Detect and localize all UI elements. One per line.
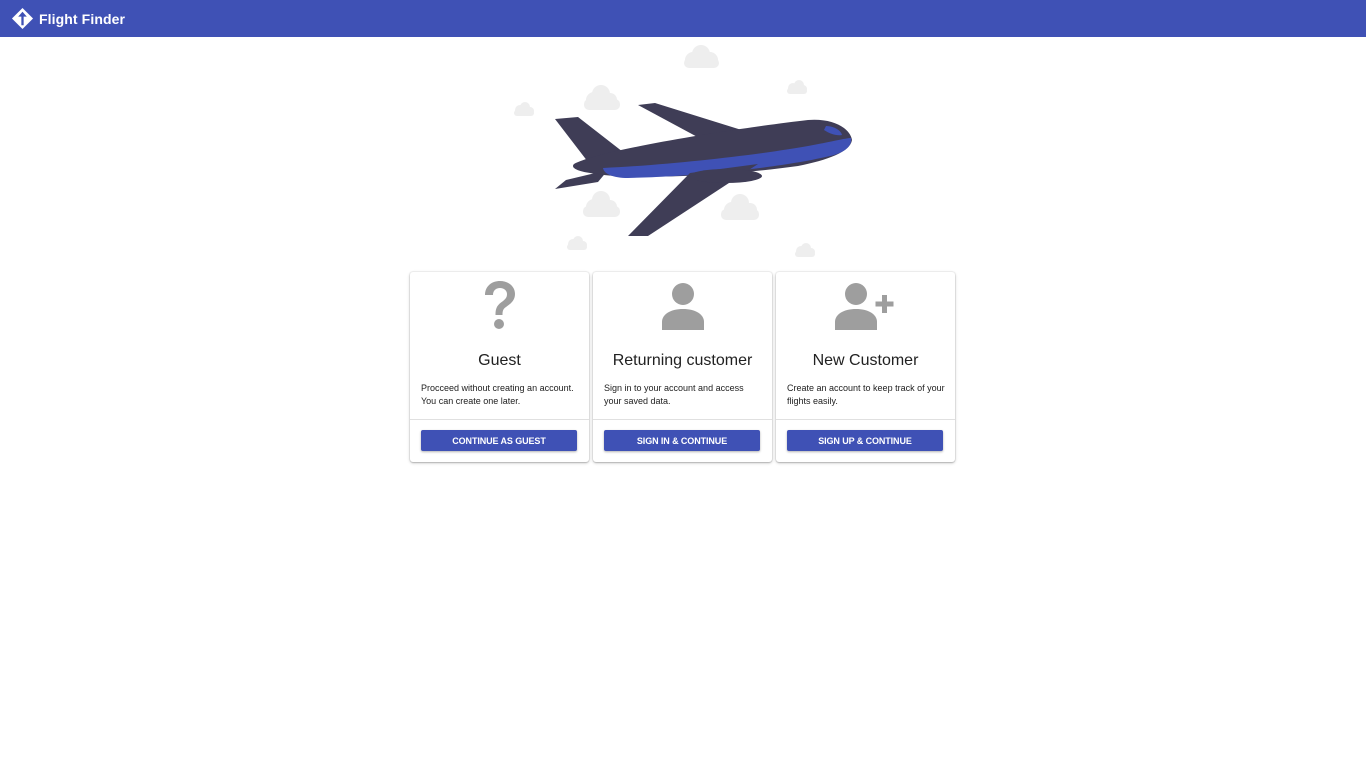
cloud-icon: [567, 236, 587, 250]
login-options: Guest Procceed without creating an accou…: [410, 272, 955, 462]
card-title: Guest: [478, 352, 521, 369]
cloud-icon: [684, 45, 719, 68]
sign-up-continue-button[interactable]: SIGN UP & CONTINUE: [787, 430, 943, 451]
app-bar: Flight Finder: [0, 0, 1366, 37]
sign-in-continue-button[interactable]: SIGN IN & CONTINUE: [604, 430, 760, 451]
card-divider: [776, 419, 955, 420]
card-description: Sign in to your account and access your …: [604, 383, 744, 406]
cloud-icon: [583, 191, 620, 217]
returning-customer-card: Returning customer Sign in to your accou…: [593, 272, 772, 462]
new-customer-card: New Customer Create an account to keep t…: [776, 272, 955, 462]
person-icon: [661, 283, 704, 330]
flight-finder-logo-icon[interactable]: [11, 7, 34, 30]
card-description: Create an account to keep track of your …: [787, 383, 945, 406]
card-title: New Customer: [812, 352, 919, 369]
card-description: Procceed without creating an account. Yo…: [421, 383, 574, 406]
cloud-icon: [514, 102, 534, 116]
continue-as-guest-button[interactable]: CONTINUE AS GUEST: [421, 430, 577, 451]
cloud-icon: [795, 243, 815, 257]
cloud-icon: [721, 194, 759, 220]
person-add-icon: [834, 283, 893, 330]
cloud-icon: [787, 80, 807, 94]
cloud-icon: [584, 85, 620, 110]
card-title: Returning customer: [612, 352, 753, 369]
help-icon: [484, 281, 515, 329]
airplane-illustration: [514, 45, 852, 257]
card-divider: [410, 419, 589, 420]
app-title[interactable]: Flight Finder: [39, 11, 125, 27]
card-divider: [593, 419, 772, 420]
guest-card: Guest Procceed without creating an accou…: [410, 272, 589, 462]
